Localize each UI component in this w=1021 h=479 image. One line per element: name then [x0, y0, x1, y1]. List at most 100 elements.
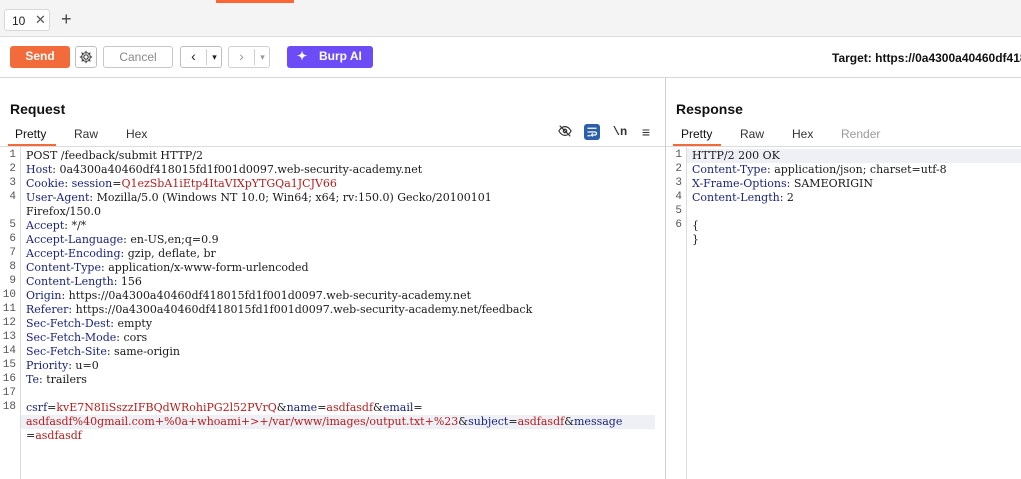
chevron-down-icon[interactable]: ▾ — [207, 47, 222, 67]
code-line[interactable]: X-Frame-Options: SAMEORIGIN — [692, 177, 873, 190]
menu-icon[interactable]: ≡ — [638, 124, 654, 140]
code-key: User-Agent — [26, 191, 90, 204]
line-number: 10 — [2, 289, 16, 301]
line-number: 7 — [9, 247, 16, 259]
code-key: session — [71, 177, 113, 190]
code-value: asdfasdf — [35, 429, 82, 442]
repeater-tab[interactable]: 10 ✕ — [4, 9, 50, 31]
line-number: 11 — [2, 303, 16, 315]
tab-request-pretty[interactable]: Pretty — [15, 127, 46, 141]
code-key: Cookie — [26, 177, 65, 190]
code-line[interactable]: Accept-Encoding: gzip, deflate, br — [26, 247, 216, 260]
code-key: Host — [26, 163, 53, 176]
tab-response-pretty[interactable]: Pretty — [681, 127, 712, 141]
code-line[interactable]: Sec-Fetch-Dest: empty — [26, 317, 152, 330]
request-editor[interactable]: 1 POST /feedback/submit HTTP/2 2 Host: 0a43… — [0, 147, 665, 479]
code-key: Content-Length — [26, 275, 114, 288]
tab-request-hex[interactable]: Hex — [126, 127, 147, 141]
burp-ai-button[interactable]: ✦ Burp AI — [287, 46, 373, 68]
burp-ai-label: Burp AI — [319, 49, 362, 63]
code-line[interactable]: Content-Type: application/x-www-form-url… — [26, 261, 309, 274]
chevron-left-icon[interactable]: ‹ — [181, 47, 206, 67]
code-text: Firefox/150.0 — [26, 205, 102, 218]
active-tab-indicator — [8, 144, 56, 146]
plus-icon[interactable]: + — [61, 9, 72, 29]
code-line[interactable]: Content-Type: application/json; charset=… — [692, 163, 947, 176]
code-text: : Mozilla/5.0 (Windows NT 10.0; Win64; x… — [89, 191, 492, 204]
code-text: : same-origin — [106, 345, 180, 358]
close-icon[interactable]: ✕ — [35, 12, 46, 28]
code-text: = — [413, 401, 423, 414]
line-number: 1 — [675, 149, 682, 161]
code-key: subject — [468, 415, 509, 428]
code-line[interactable]: asdfasdf%40gmail.com+%0a+whoami+>+/var/w… — [26, 415, 622, 428]
code-line[interactable]: { — [692, 219, 699, 232]
code-key: email — [382, 401, 414, 414]
tab-response-render[interactable]: Render — [841, 127, 880, 141]
code-line[interactable]: POST /feedback/submit HTTP/2 — [26, 149, 203, 162]
code-key: Content-Length — [692, 191, 780, 204]
code-line[interactable]: Priority: u=0 — [26, 359, 99, 372]
code-key: Sec-Fetch-Dest — [26, 317, 111, 330]
tab-request-raw[interactable]: Raw — [74, 127, 98, 141]
code-line[interactable]: Cookie: session=Q1ezSbA1iEtp4ItaVIXpYTGQ… — [26, 177, 337, 190]
code-line[interactable]: } — [692, 233, 699, 246]
code-line[interactable]: HTTP/2 200 OK — [692, 149, 780, 162]
code-text: : application/x-www-form-urlencoded — [101, 261, 309, 274]
line-number: 13 — [2, 331, 16, 343]
code-line[interactable]: Host: 0a4300a40460df418015fd1f001d0097.w… — [26, 163, 422, 176]
line-number: 4 — [675, 191, 682, 203]
tab-accent-bar — [216, 0, 294, 3]
settings-button[interactable] — [75, 46, 97, 68]
toolbar: Send Cancel ‹ ▾ › ▾ ✦ Burp AI Target: ht… — [0, 37, 1021, 78]
code-key: Sec-Fetch-Mode — [26, 331, 117, 344]
line-number: 1 — [9, 149, 16, 161]
code-line[interactable]: Origin: https://0a4300a40460df418015fd1f… — [26, 289, 471, 302]
code-text: & — [564, 415, 574, 428]
code-line[interactable]: User-Agent: Mozilla/5.0 (Windows NT 10.0… — [26, 191, 492, 204]
code-key: Accept-Language — [26, 233, 124, 246]
line-number: 4 — [9, 191, 16, 203]
code-value: asdfasdf — [326, 401, 374, 414]
eye-off-icon[interactable] — [557, 124, 573, 140]
line-number: 17 — [2, 387, 16, 399]
code-text: & — [373, 401, 383, 414]
code-value: asdfasdf — [517, 415, 565, 428]
code-key: Priority — [26, 359, 69, 372]
line-number: 9 — [9, 275, 16, 287]
wrap-icon[interactable] — [584, 124, 600, 140]
target-label[interactable]: Target: https://0a4300a40460df41801 — [832, 51, 1021, 65]
back-button[interactable]: ‹ ▾ — [180, 46, 222, 68]
code-line[interactable]: Referer: https://0a4300a40460df418015fd1… — [26, 303, 532, 316]
code-key: Origin — [26, 289, 62, 302]
forward-button[interactable]: › ▾ — [228, 46, 270, 68]
code-text: POST /feedback/submit HTTP/2 — [26, 149, 203, 162]
code-line[interactable]: Content-Length: 156 — [26, 275, 142, 288]
line-number: 5 — [9, 219, 16, 231]
cancel-button[interactable]: Cancel — [103, 46, 173, 68]
newline-icon[interactable]: \n — [612, 124, 628, 140]
code-line[interactable]: Te: trailers — [26, 373, 87, 386]
chevron-down-icon[interactable]: ▾ — [255, 47, 270, 67]
code-line[interactable]: Accept: */* — [26, 219, 86, 232]
code-key: X-Frame-Options — [692, 177, 787, 190]
send-button[interactable]: Send — [10, 46, 70, 68]
code-text: : application/json; charset=utf-8 — [767, 163, 947, 176]
code-text: : 156 — [113, 275, 142, 288]
code-text: : */* — [64, 219, 87, 232]
code-line[interactable]: csrf=kvE7N8IiSszzIFBQdWRohiPG2l52PVrQ&na… — [26, 401, 423, 414]
code-line[interactable]: Sec-Fetch-Site: same-origin — [26, 345, 180, 358]
request-title: Request — [10, 101, 66, 117]
tab-response-hex[interactable]: Hex — [792, 127, 813, 141]
code-line[interactable]: Sec-Fetch-Mode: cors — [26, 331, 147, 344]
tab-response-raw[interactable]: Raw — [740, 127, 764, 141]
code-line[interactable]: =asdfasdf — [26, 429, 82, 442]
code-line[interactable]: Firefox/150.0 — [26, 205, 101, 218]
code-line[interactable]: Accept-Language: en-US,en;q=0.9 — [26, 233, 219, 246]
code-text: : en-US,en;q=0.9 — [123, 233, 219, 246]
code-line[interactable]: Content-Length: 2 — [692, 191, 794, 204]
code-text: : https://0a4300a40460df418015fd1f001d00… — [68, 303, 533, 316]
chevron-right-icon[interactable]: › — [229, 47, 254, 67]
code-text: : 0a4300a40460df418015fd1f001d0097.web-s… — [52, 163, 423, 176]
response-editor[interactable]: 1 HTTP/2 200 OK 2 Content-Type: application… — [666, 147, 1021, 479]
